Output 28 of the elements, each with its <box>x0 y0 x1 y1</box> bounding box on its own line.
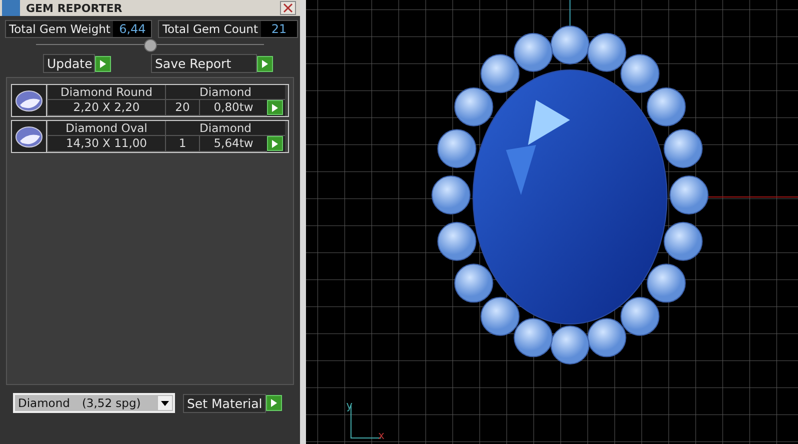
axis-label: x <box>378 430 385 442</box>
gem-count: 1 <box>165 136 199 152</box>
caret-icon <box>158 396 172 410</box>
play-button[interactable] <box>266 395 282 411</box>
set-material-button[interactable]: Set Material <box>183 394 266 412</box>
gem-size: 2,20 X 2,20 <box>47 100 165 116</box>
app-icon <box>2 0 20 16</box>
gem-count: 20 <box>165 100 199 116</box>
collapse-handle[interactable] <box>144 38 156 52</box>
play-icon <box>272 104 278 112</box>
window-title: GEM REPORTER <box>26 2 124 14</box>
total-value: 6,44 <box>113 21 152 37</box>
play-icon <box>262 60 268 68</box>
gem-name: Diamond Round <box>47 85 165 100</box>
close-button[interactable] <box>280 1 296 15</box>
play-icon <box>100 60 106 68</box>
total-label: Total Gem Count <box>161 21 259 37</box>
action-button[interactable]: Update <box>43 54 95 73</box>
gem-size: 14,30 X 11,00 <box>47 136 165 152</box>
play-icon <box>272 140 278 148</box>
total-label: Total Gem Weight <box>8 21 112 37</box>
play-icon <box>271 399 278 407</box>
action-button[interactable]: Save Report <box>151 54 257 73</box>
play-button[interactable] <box>257 56 273 72</box>
play-button[interactable] <box>95 56 111 72</box>
gem-name: Diamond Oval <box>47 121 165 136</box>
material-dropdown[interactable]: Diamond (3,52 spg) <box>13 393 175 413</box>
total-value: 21 <box>260 21 297 37</box>
